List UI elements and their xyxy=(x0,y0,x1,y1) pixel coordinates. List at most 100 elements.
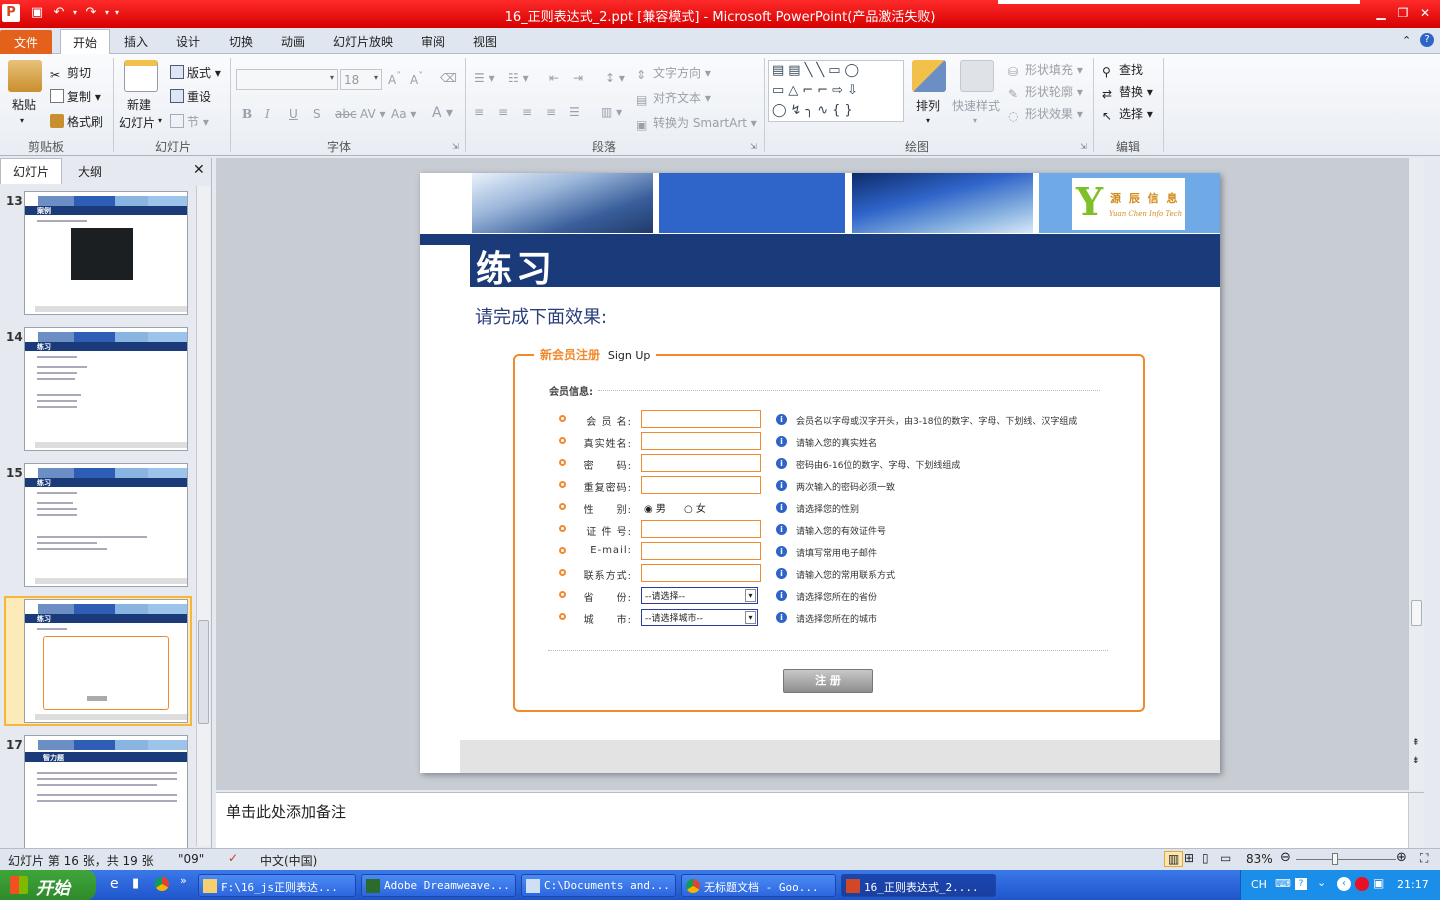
new-slide-label-2[interactable]: 幻灯片 xyxy=(119,114,155,131)
quick-styles-dropdown-icon[interactable]: ▾ xyxy=(973,116,977,125)
drawing-dialog-launcher-icon[interactable]: ⇲ xyxy=(1080,142,1087,151)
realname-input[interactable] xyxy=(641,432,761,450)
shape-effects-button[interactable]: ◌ 形状效果 ▾ xyxy=(1008,105,1083,123)
tab-slides-panel[interactable]: 幻灯片 xyxy=(0,158,63,184)
province-select[interactable]: --请选择-- ▾ xyxy=(641,587,758,604)
shape-outline-button[interactable]: ✎ 形状轮廓 ▾ xyxy=(1008,83,1083,101)
confirm-password-input[interactable] xyxy=(641,476,761,494)
panel-scrollbar[interactable] xyxy=(196,186,210,846)
line-spacing-icon[interactable]: ↕ ▾ xyxy=(605,71,625,85)
align-center-icon[interactable]: ≡ xyxy=(498,105,508,119)
zoom-in-icon[interactable]: ⊕ xyxy=(1396,850,1407,865)
slide-subtitle[interactable]: 请完成下面效果: xyxy=(475,303,607,329)
close-icon[interactable]: ✕ xyxy=(1416,6,1434,22)
section-button[interactable]: 节 ▾ xyxy=(170,113,209,130)
taskbar-item-explorer[interactable]: F:\16_js正则表达... xyxy=(198,874,356,897)
taskbar-item-notepad[interactable]: C:\Documents and... xyxy=(521,874,676,897)
shadow-icon[interactable]: S xyxy=(313,107,321,121)
tray-arrow-icon[interactable]: ⌄ xyxy=(1317,876,1326,889)
slide-title[interactable]: 练习 xyxy=(476,240,556,292)
panel-scroll-thumb[interactable] xyxy=(198,620,209,724)
record-icon[interactable] xyxy=(1355,877,1369,891)
decrease-indent-icon[interactable]: ⇤ xyxy=(549,71,559,85)
username-input[interactable] xyxy=(641,410,761,428)
radio-male[interactable]: ◉ 男 xyxy=(644,500,666,515)
contact-input[interactable] xyxy=(641,564,761,582)
notes-placeholder[interactable]: 单击此处添加备注 xyxy=(226,801,346,822)
chrome-icon[interactable] xyxy=(155,877,169,891)
arrange-icon[interactable] xyxy=(912,60,946,92)
select-button[interactable]: ↖ 选择 ▾ xyxy=(1102,105,1153,123)
tab-outline-panel[interactable]: 大纲 xyxy=(78,163,102,180)
columns-icon[interactable]: ▥ ▾ xyxy=(601,105,622,119)
ie-icon[interactable]: e xyxy=(110,876,119,892)
format-painter-button[interactable]: 格式刷 xyxy=(50,113,103,130)
distributed-icon[interactable]: ☰ xyxy=(569,105,580,119)
paste-icon[interactable] xyxy=(8,60,42,92)
justify-icon[interactable]: ≡ xyxy=(546,105,556,119)
font-size-combo[interactable]: 18 ▾ xyxy=(340,69,382,90)
tab-slideshow[interactable]: 幻灯片放映 xyxy=(333,33,393,50)
reading-view-icon[interactable]: ▯ xyxy=(1202,851,1209,865)
fit-to-window-icon[interactable]: ⛶ xyxy=(1420,851,1428,866)
font-name-combo[interactable]: ▾ xyxy=(236,69,338,90)
quick-styles-button[interactable]: 快速样式 xyxy=(952,97,1000,114)
grow-font-icon[interactable]: A˄ xyxy=(388,71,401,87)
slide-thumbnail-13[interactable]: 案例 xyxy=(24,191,188,315)
city-select[interactable]: --请选择城市-- ▾ xyxy=(641,609,758,626)
spell-check-icon[interactable]: ✓ xyxy=(228,851,238,865)
normal-view-icon[interactable]: ▥ xyxy=(1164,851,1184,867)
shape-fill-button[interactable]: ⛁ 形状填充 ▾ xyxy=(1008,61,1083,79)
new-slide-dropdown-icon[interactable]: ▾ xyxy=(158,116,162,125)
previous-slide-icon[interactable]: ⇞ xyxy=(1412,738,1420,748)
slide-sorter-icon[interactable]: ⊞ xyxy=(1184,851,1194,865)
tab-view[interactable]: 视图 xyxy=(473,33,497,50)
convert-smartart-button[interactable]: ▣ 转换为 SmartArt ▾ xyxy=(636,114,757,132)
tab-animations[interactable]: 动画 xyxy=(281,33,305,50)
numbering-icon[interactable]: ☷ ▾ xyxy=(508,71,529,85)
zoom-slider[interactable] xyxy=(1296,859,1396,860)
font-dialog-launcher-icon[interactable]: ⇲ xyxy=(452,142,459,151)
show-hidden-icons-icon[interactable]: ‹ xyxy=(1337,877,1351,891)
shrink-font-icon[interactable]: A˅ xyxy=(410,71,423,87)
help-icon[interactable]: ? xyxy=(1295,878,1307,890)
slide-thumbnail-14[interactable]: 练习 xyxy=(24,327,188,451)
keyboard-icon[interactable]: ⌨ xyxy=(1275,877,1291,890)
tab-home[interactable]: 开始 xyxy=(60,29,111,55)
radio-female[interactable]: ○ 女 xyxy=(684,500,706,515)
restore-icon[interactable]: ❐ xyxy=(1394,6,1412,22)
vertical-scrollbar[interactable]: ⇞ ⇟ xyxy=(1408,158,1424,790)
cut-button[interactable]: ✂ 剪切 xyxy=(50,64,91,82)
strikethrough-icon[interactable]: abc xyxy=(335,107,357,121)
tab-file[interactable]: 文件 xyxy=(0,30,53,55)
zoom-slider-thumb[interactable] xyxy=(1332,853,1338,865)
change-case-icon[interactable]: Aa ▾ xyxy=(391,107,416,121)
slide-thumbnail-16[interactable]: 练习 xyxy=(24,599,188,723)
arrange-dropdown-icon[interactable]: ▾ xyxy=(926,116,930,125)
quick-styles-icon[interactable] xyxy=(960,60,994,92)
taskbar-item-powerpoint[interactable]: 16_正则表达式_2.... xyxy=(841,874,996,897)
input-language[interactable]: CH xyxy=(1251,878,1267,891)
reset-button[interactable]: 重设 xyxy=(170,88,211,105)
zoom-out-icon[interactable]: ⊖ xyxy=(1280,850,1291,865)
password-input[interactable] xyxy=(641,454,761,472)
increase-indent-icon[interactable]: ⇥ xyxy=(573,71,583,85)
new-slide-label-1[interactable]: 新建 xyxy=(127,96,151,113)
clear-format-icon[interactable]: ⌫ xyxy=(440,71,457,85)
clock[interactable]: 21:17 xyxy=(1397,878,1429,891)
copy-button[interactable]: 复制 ▾ xyxy=(50,88,101,105)
align-right-icon[interactable]: ≡ xyxy=(522,105,532,119)
tab-review[interactable]: 审阅 xyxy=(421,33,445,50)
char-spacing-icon[interactable]: AV ▾ xyxy=(360,107,386,121)
paste-button[interactable]: 粘贴 xyxy=(12,96,36,113)
tab-insert[interactable]: 插入 xyxy=(124,33,148,50)
notes-scrollbar[interactable] xyxy=(1408,793,1424,849)
tab-design[interactable]: 设计 xyxy=(176,33,200,50)
network-icon[interactable]: ▣ xyxy=(1373,876,1384,890)
start-button[interactable]: 开始 xyxy=(0,870,96,900)
shapes-gallery[interactable]: ▤▤╲╲▭◯ ▭△⌐⌐⇨⇩ ◯↯╮∿{} xyxy=(768,60,904,122)
paragraph-dialog-launcher-icon[interactable]: ⇲ xyxy=(750,142,757,151)
font-color-icon[interactable]: A ▾ xyxy=(432,105,453,121)
slide-thumbnail-17[interactable]: 智力题 xyxy=(24,735,188,859)
text-direction-button[interactable]: ⇕ 文字方向 ▾ xyxy=(636,64,711,82)
